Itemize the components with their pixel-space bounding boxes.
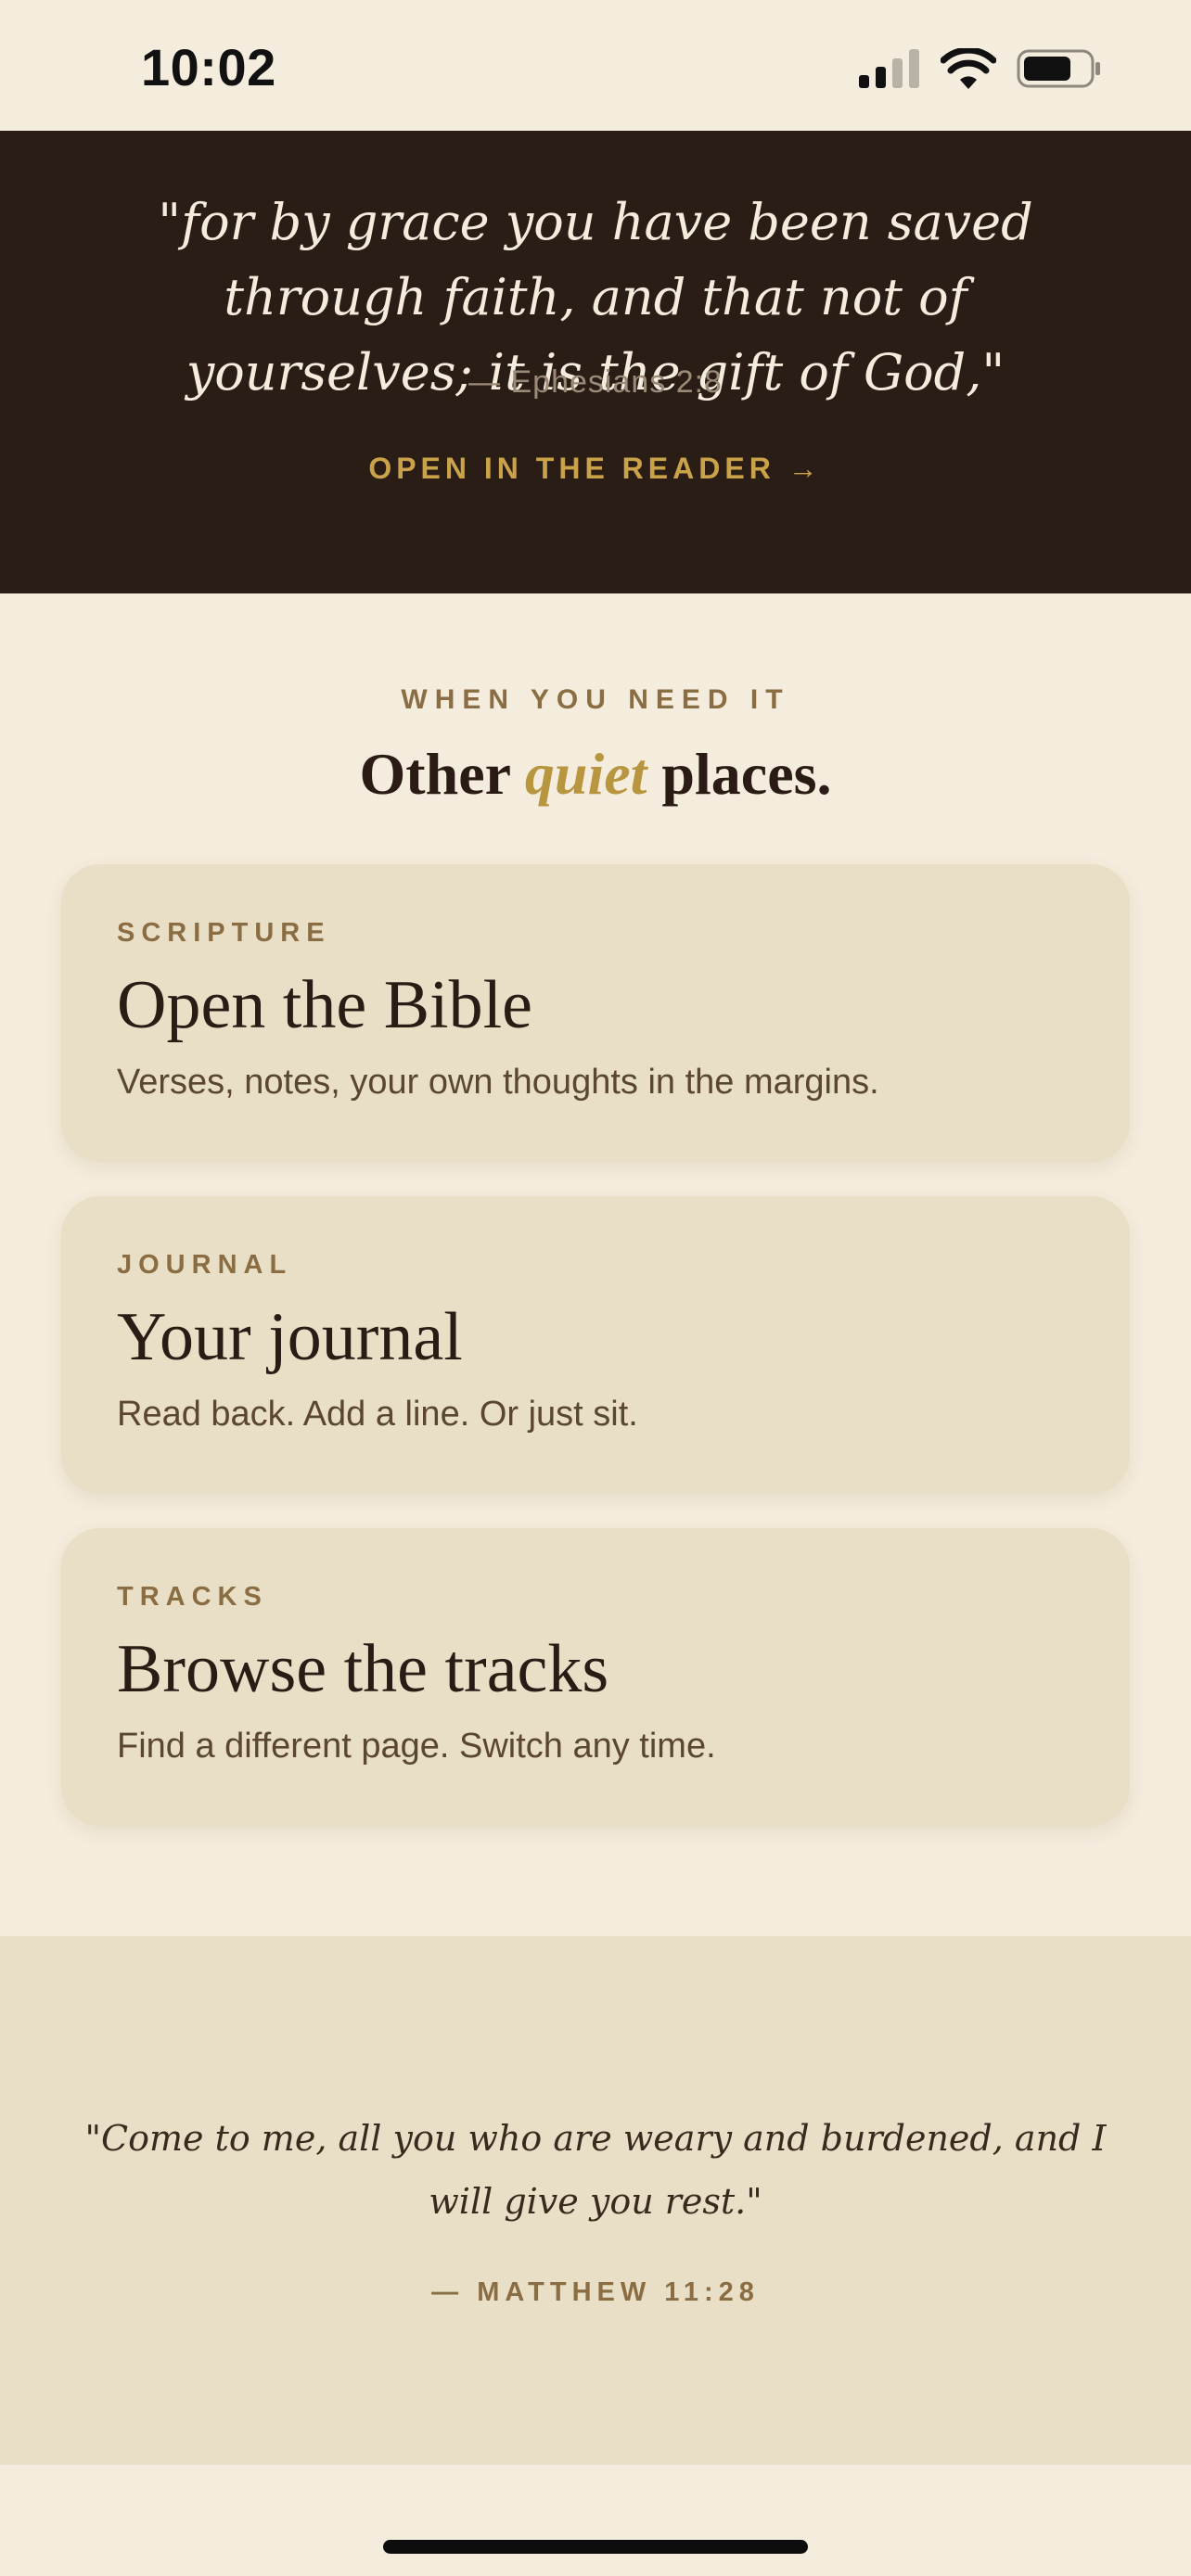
card-description: Read back. Add a line. Or just sit. xyxy=(117,1395,638,1434)
status-time: 10:02 xyxy=(141,38,276,96)
card-eyebrow: JOURNAL xyxy=(117,1250,293,1280)
status-bar: 10:02 xyxy=(0,0,1191,131)
cellular-signal-icon xyxy=(859,49,919,88)
home-indicator[interactable] xyxy=(383,2540,808,2554)
footer-verse: "Come to me, all you who are weary and b… xyxy=(0,1936,1191,2465)
footer-verse-quote: "Come to me, all you who are weary and b… xyxy=(84,2118,1107,2222)
card-eyebrow: TRACKS xyxy=(117,1582,268,1612)
wifi-icon xyxy=(941,48,996,89)
section-title: Other quiet places. xyxy=(0,740,1191,809)
open-in-reader-link[interactable]: OPEN IN THE READER → xyxy=(0,452,1191,486)
section-title-tail: places. xyxy=(647,741,832,807)
card-description: Verses, notes, your own thoughts in the … xyxy=(117,1063,879,1102)
section-title-lead: Other xyxy=(359,741,525,807)
card-title: Browse the tracks xyxy=(117,1631,609,1707)
section-title-accent: quiet xyxy=(524,741,647,807)
battery-icon xyxy=(1017,49,1100,88)
card-open-bible[interactable]: SCRIPTURE Open the Bible Verses, notes, … xyxy=(61,864,1130,1162)
card-description: Find a different page. Switch any time. xyxy=(117,1727,716,1766)
verse-hero: "for by grace you have been saved throug… xyxy=(0,131,1191,593)
footer-verse-reference: — MATTHEW 11:28 xyxy=(431,2277,760,2307)
hero-verse-reference: — Ephesians 2:8 xyxy=(468,364,723,400)
section-eyebrow: WHEN YOU NEED IT xyxy=(401,684,790,715)
status-icons xyxy=(859,46,1102,91)
card-browse-tracks[interactable]: TRACKS Browse the tracks Find a differen… xyxy=(61,1528,1130,1826)
card-title: Open the Bible xyxy=(117,967,533,1043)
card-your-journal[interactable]: JOURNAL Your journal Read back. Add a li… xyxy=(61,1196,1130,1494)
card-title: Your journal xyxy=(117,1299,463,1375)
card-eyebrow: SCRIPTURE xyxy=(117,918,331,948)
